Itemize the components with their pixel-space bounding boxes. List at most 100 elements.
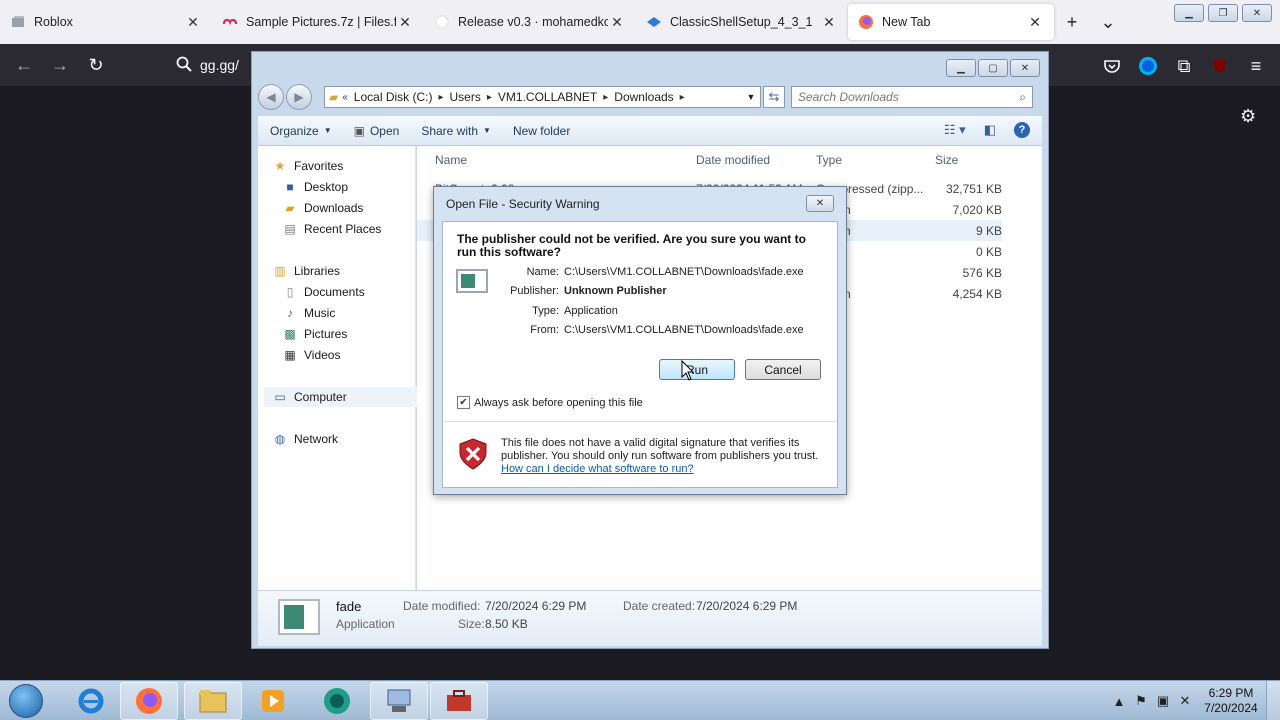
divider [443,421,837,422]
always-ask-checkbox[interactable]: ✔ Always ask before opening this file [457,396,643,409]
chevron-right-icon: ▸ [486,91,492,103]
nav-label: Music [304,306,336,320]
taskbar-explorer[interactable] [184,682,242,720]
tab-list-button[interactable]: ⌄ [1090,4,1126,40]
chevron-down-icon[interactable]: ▼ [742,92,760,102]
tab-close-icon[interactable]: ✕ [396,13,414,31]
clock[interactable]: 6:29 PM 7/20/2024 [1196,686,1266,716]
nav-computer[interactable]: ▭ Computer [264,387,422,407]
nav-libraries[interactable]: ▥ Libraries [272,261,430,281]
organize-button[interactable]: Organize ▼ [270,124,332,138]
refresh-icon[interactable]: ⇆ [763,86,785,108]
nav-favorites[interactable]: ★ Favorites [272,156,430,176]
view-options-icon[interactable]: ☷ ▾ [944,122,966,138]
chat-icon [324,688,350,714]
help-link[interactable]: How can I decide what software to run? [501,463,694,475]
tab-files-fm[interactable]: Sample Pictures.7z | Files.fm ✕ [212,0,424,44]
tab-classicshell[interactable]: ClassicShellSetup_4_3_1 ✕ [636,0,848,44]
menu-icon[interactable]: ≡ [1238,48,1274,84]
libraries-icon: ▥ [274,264,286,278]
column-date-modified[interactable]: Date modified [696,153,770,167]
breadcrumb-overflow[interactable]: « [342,92,348,103]
help-icon[interactable]: ? [1014,122,1030,138]
column-type[interactable]: Type [816,153,842,167]
breadcrumb-downloads[interactable]: Downloads [614,90,673,104]
column-name[interactable]: Name [435,153,467,167]
installer-icon [387,689,411,712]
gear-icon[interactable]: ⚙ [1240,106,1260,126]
search-icon: ⌕ [1019,89,1026,104]
breadcrumb-users[interactable]: Users [450,90,481,104]
open-button[interactable]: ▣ Open [354,124,400,138]
ublock-icon[interactable] [1202,48,1238,84]
chevron-right-icon: ▸ [679,91,685,103]
tab-close-icon[interactable]: ✕ [1026,13,1044,31]
chevron-up-icon[interactable]: ▲ [1108,690,1130,712]
taskbar: ▲ ⚑ ▣ ✕ 6:29 PM 7/20/2024 [0,680,1280,720]
taskbar-firefox[interactable] [120,682,178,720]
warning-text: This file does not have a valid digital … [501,437,819,462]
forward-icon[interactable]: → [42,47,78,83]
pocket-icon[interactable] [1094,48,1130,84]
url-bar[interactable]: gg.gg/ [176,50,256,80]
close-button[interactable]: ✕ [1010,59,1040,77]
details-size: 8.50 KB [485,617,528,631]
taskbar-installer[interactable] [370,682,428,720]
tab-roblox[interactable]: Roblox ✕ [0,0,212,44]
name-label: Name: [526,266,559,278]
dialog-title: Open File - Security Warning [446,197,600,211]
share-with-button[interactable]: Share with ▼ [421,124,491,138]
nav-network[interactable]: ◍ Network [272,429,430,449]
maximize-button[interactable]: ❐ [1208,4,1238,22]
minimize-button[interactable]: ▁ [946,59,976,77]
pictures-icon: ▩ [284,327,296,341]
chevron-right-icon: ▸ [603,91,609,103]
chevron-down-icon: ▼ [483,126,491,135]
account-icon[interactable] [1130,48,1166,84]
column-size[interactable]: Size [935,153,958,167]
taskbar-toolbox[interactable] [430,682,488,720]
minimize-button[interactable]: ▁ [1174,4,1204,22]
back-icon[interactable]: ◀ [258,84,284,110]
tab-label: New Tab [882,15,931,29]
back-icon[interactable]: ← [6,47,42,83]
address-bar[interactable]: ▰ « Local Disk (C:) ▸ Users ▸ VM1.COLLAB… [324,86,761,108]
taskbar-media-player[interactable] [244,682,302,720]
tab-release[interactable]: Release v0.3 · mohamedkom ✕ [424,0,636,44]
page-icon [10,14,26,30]
taskbar-messenger[interactable] [308,682,366,720]
breadcrumb-user[interactable]: VM1.COLLABNET [498,90,597,104]
search-input[interactable]: Search Downloads ⌕ [791,86,1033,108]
extensions-icon[interactable]: ⧉ [1166,48,1202,84]
tab-close-icon[interactable]: ✕ [820,13,838,31]
application-icon [278,599,320,635]
dialog-close-button[interactable]: ✕ [806,195,834,212]
new-folder-button[interactable]: New folder [513,124,570,138]
preview-pane-icon[interactable]: ◧ [984,122,996,138]
search-icon [176,56,192,75]
reload-icon[interactable]: ↻ [78,47,114,83]
toolbar-icons: ⧉ ≡ [1094,48,1274,84]
nav-label: Downloads [304,201,364,215]
maximize-button[interactable]: ▢ [978,59,1008,77]
flag-icon[interactable]: ⚑ [1130,690,1152,712]
tab-new-tab[interactable]: New Tab ✕ [848,4,1054,40]
type-value: Application [564,305,618,317]
forward-icon[interactable]: ▶ [286,84,312,110]
cancel-button[interactable]: Cancel [745,359,821,380]
run-button[interactable]: Run [659,359,735,380]
network-icon[interactable]: ▣ [1152,690,1174,712]
tab-close-icon[interactable]: ✕ [184,13,202,31]
close-button[interactable]: ✕ [1242,4,1272,22]
tab-close-icon[interactable]: ✕ [608,13,626,31]
new-tab-button[interactable]: + [1054,4,1090,40]
start-button[interactable] [4,682,48,720]
music-icon: ♪ [287,306,293,320]
tab-label: Sample Pictures.7z | Files.fm [246,15,396,29]
show-desktop-button[interactable] [1266,681,1280,720]
chevron-down-icon: ▼ [323,126,332,135]
taskbar-internet-explorer[interactable] [62,682,120,720]
volume-muted-icon[interactable]: ✕ [1174,690,1196,712]
breadcrumb-local-disk[interactable]: Local Disk (C:) [354,90,433,104]
explorer-window-controls: ▁ ▢ ✕ [946,59,1040,77]
